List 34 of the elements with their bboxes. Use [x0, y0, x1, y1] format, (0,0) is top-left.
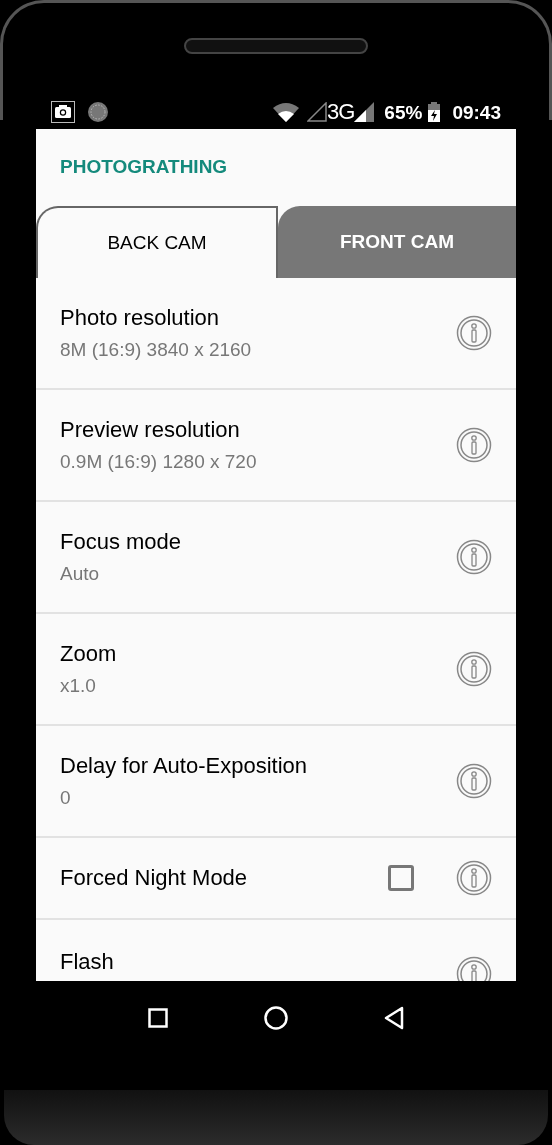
loading-icon: [87, 101, 109, 123]
setting-title: Delay for Auto-Exposition: [60, 752, 309, 780]
setting-title: Preview resolution: [60, 416, 241, 444]
setting-value: 0.9M (16:9) 1280 x 720: [60, 449, 258, 474]
camera-icon: [51, 101, 75, 123]
setting-value: 0: [60, 785, 72, 810]
clock-time: 09:43: [452, 102, 501, 122]
battery-charging-icon: [428, 102, 441, 122]
info-icon[interactable]: [456, 315, 492, 351]
signal-empty-icon: [307, 102, 327, 122]
home-icon[interactable]: [264, 1005, 288, 1030]
info-icon[interactable]: [456, 763, 492, 799]
setting-title: Focus mode: [60, 528, 183, 556]
network-type: 3G: [327, 101, 355, 123]
info-icon[interactable]: [456, 860, 492, 896]
app-title: PHOTOGRATHING: [60, 155, 228, 180]
info-icon[interactable]: [456, 651, 492, 687]
info-icon[interactable]: [456, 427, 492, 463]
wifi-icon: [273, 102, 299, 122]
info-icon[interactable]: [456, 539, 492, 575]
back-icon[interactable]: [384, 1005, 404, 1030]
setting-title: Photo resolution: [60, 304, 220, 332]
tab[interactable]: FRONT CAM: [278, 206, 516, 278]
setting-value: 8M (16:9) 3840 x 2160: [60, 337, 253, 362]
checkbox[interactable]: [388, 865, 414, 891]
tab[interactable]: BACK CAM: [36, 206, 278, 278]
battery-percent: 65%: [384, 102, 423, 122]
recent-apps-icon[interactable]: [148, 1007, 168, 1028]
signal-icon: [354, 102, 375, 122]
setting-title: Flash: [60, 948, 115, 976]
setting-title: Zoom: [60, 640, 118, 668]
setting-value: Auto: [60, 561, 101, 586]
setting-value: x1.0: [60, 673, 97, 698]
setting-title: Forced Night Mode: [60, 864, 249, 892]
